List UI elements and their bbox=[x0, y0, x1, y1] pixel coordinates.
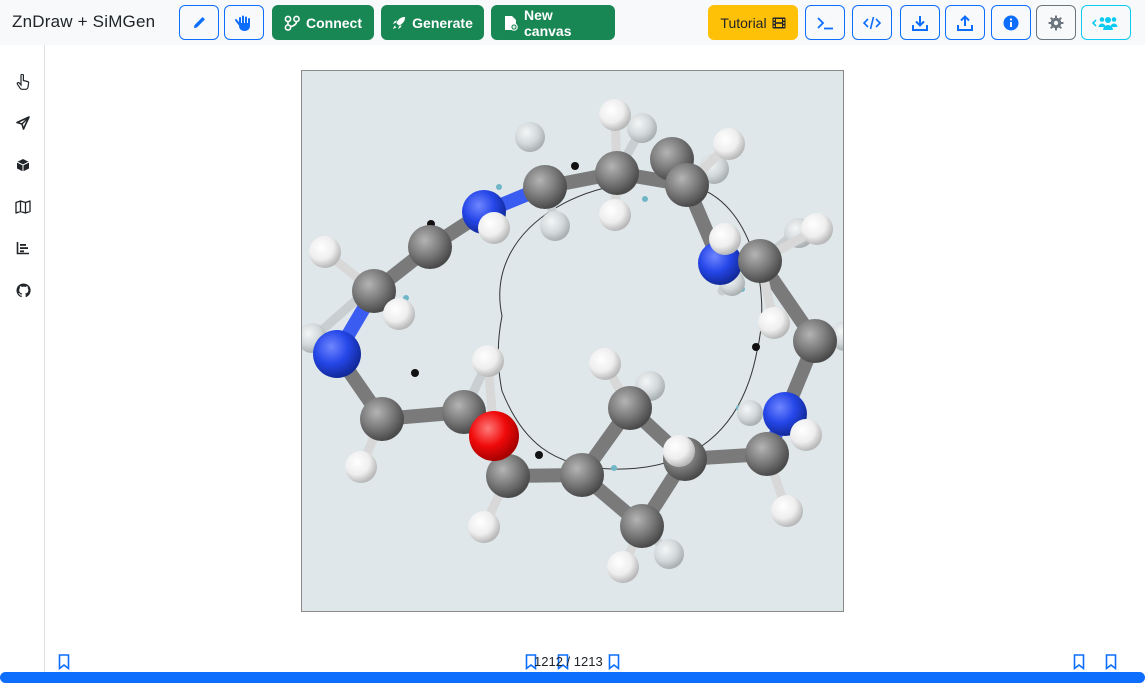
download-icon bbox=[912, 15, 928, 31]
send-icon[interactable] bbox=[14, 114, 32, 132]
app-brand: ZnDraw + SiMGen bbox=[12, 12, 156, 31]
info-icon bbox=[1003, 15, 1019, 31]
chart-icon[interactable] bbox=[14, 239, 32, 257]
left-sidebar bbox=[0, 45, 45, 672]
frame-counter: 1212 / 1213 bbox=[534, 654, 603, 669]
settings-button[interactable] bbox=[1036, 5, 1076, 40]
upload-icon bbox=[957, 14, 973, 31]
new-canvas-button[interactable]: New canvas bbox=[491, 5, 615, 40]
new-canvas-label: New canvas bbox=[524, 6, 572, 39]
upload-button[interactable] bbox=[945, 5, 985, 40]
pencil-icon bbox=[192, 16, 206, 30]
terminal-icon bbox=[816, 16, 834, 30]
bookmark-icon[interactable] bbox=[58, 654, 70, 671]
cube-icon[interactable] bbox=[14, 156, 32, 174]
new-file-icon bbox=[504, 15, 518, 31]
rocket-icon bbox=[392, 16, 406, 30]
draw-mode-button[interactable] bbox=[179, 5, 219, 40]
film-icon bbox=[772, 17, 786, 29]
top-navbar: ZnDraw + SiMGen Connect Generate New can… bbox=[0, 0, 1145, 45]
terminal-button[interactable] bbox=[805, 5, 845, 40]
gear-icon bbox=[1048, 15, 1064, 31]
bookmark-icon[interactable] bbox=[608, 654, 620, 671]
users-icon bbox=[1092, 15, 1120, 31]
room-users-button[interactable] bbox=[1081, 5, 1131, 40]
frame-separator: / bbox=[566, 654, 571, 669]
info-button[interactable] bbox=[991, 5, 1031, 40]
generate-button[interactable]: Generate bbox=[381, 5, 484, 40]
molecule-structure bbox=[297, 99, 860, 583]
github-icon[interactable] bbox=[14, 281, 32, 299]
map-icon[interactable] bbox=[14, 198, 32, 216]
code-button[interactable] bbox=[852, 5, 892, 40]
molecule-canvas[interactable] bbox=[297, 70, 860, 612]
interaction-mode-button[interactable] bbox=[224, 5, 264, 40]
tutorial-button[interactable]: Tutorial bbox=[708, 5, 798, 40]
connect-icon bbox=[284, 15, 300, 31]
connect-button[interactable]: Connect bbox=[272, 5, 374, 40]
timeline-progress-bar[interactable] bbox=[0, 672, 1145, 683]
total-frames: 1213 bbox=[573, 654, 603, 669]
selection-pointer-icon[interactable] bbox=[14, 73, 32, 91]
generate-label: Generate bbox=[412, 14, 473, 31]
code-icon bbox=[863, 16, 881, 30]
current-frame: 1212 bbox=[534, 654, 563, 669]
bookmark-icon[interactable] bbox=[1073, 654, 1085, 671]
tutorial-label: Tutorial bbox=[720, 14, 767, 31]
hand-paper-icon bbox=[235, 15, 253, 31]
bookmark-icon[interactable] bbox=[1105, 654, 1117, 671]
connect-label: Connect bbox=[306, 14, 362, 31]
download-button[interactable] bbox=[900, 5, 940, 40]
